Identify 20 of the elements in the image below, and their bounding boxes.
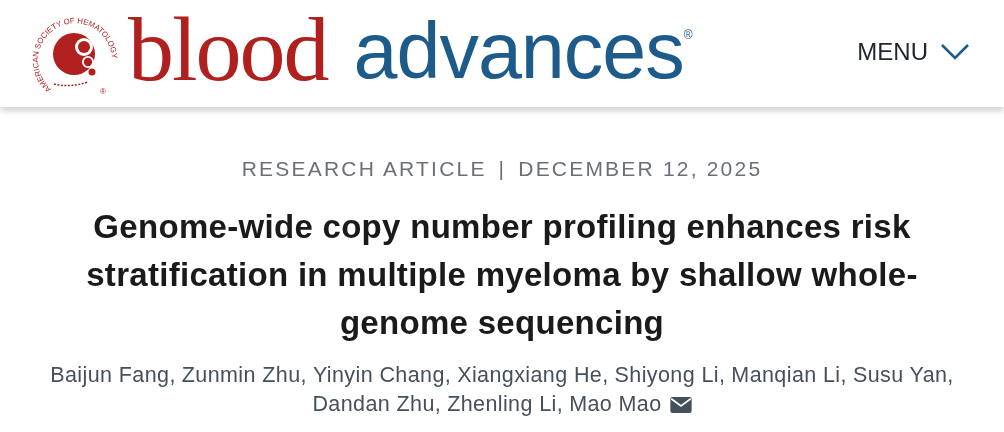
author-name[interactable]: Yinyin Chang, — [312, 361, 452, 390]
logo-wordmark: blood — [128, 2, 328, 95]
author-name[interactable]: Zhenling Li, — [447, 390, 564, 419]
author-name[interactable]: Susu Yan, — [852, 361, 954, 390]
registered-mark: ® — [683, 27, 693, 42]
article-type: RESEARCH ARTICLE — [241, 157, 487, 181]
menu-button[interactable]: MENU — [857, 37, 970, 66]
chevron-down-icon — [940, 42, 970, 61]
author-name[interactable]: Xiangxiang He, — [457, 361, 609, 390]
author-name[interactable]: Dandan Zhu, — [312, 390, 442, 419]
logo-wordmark: advances — [353, 11, 684, 90]
author-name[interactable]: Baijun Fang, — [50, 361, 176, 390]
article-title: Genome-wide copy number profiling enhances risk stratification in multiple myeloma by shallow whole-genome sequencing — [85, 207, 919, 343]
author-name[interactable]: Shiyong Li, — [614, 361, 726, 390]
author-name[interactable]: Zunmin Zhu, — [181, 361, 307, 390]
envelope-icon[interactable] — [669, 396, 692, 413]
publication-date: DECEMBER 12, 2025 — [518, 157, 763, 181]
separator: | — [498, 157, 507, 181]
author-name[interactable]: Mao Mao — [569, 390, 662, 419]
author-name[interactable]: Manqian Li, — [731, 361, 847, 390]
